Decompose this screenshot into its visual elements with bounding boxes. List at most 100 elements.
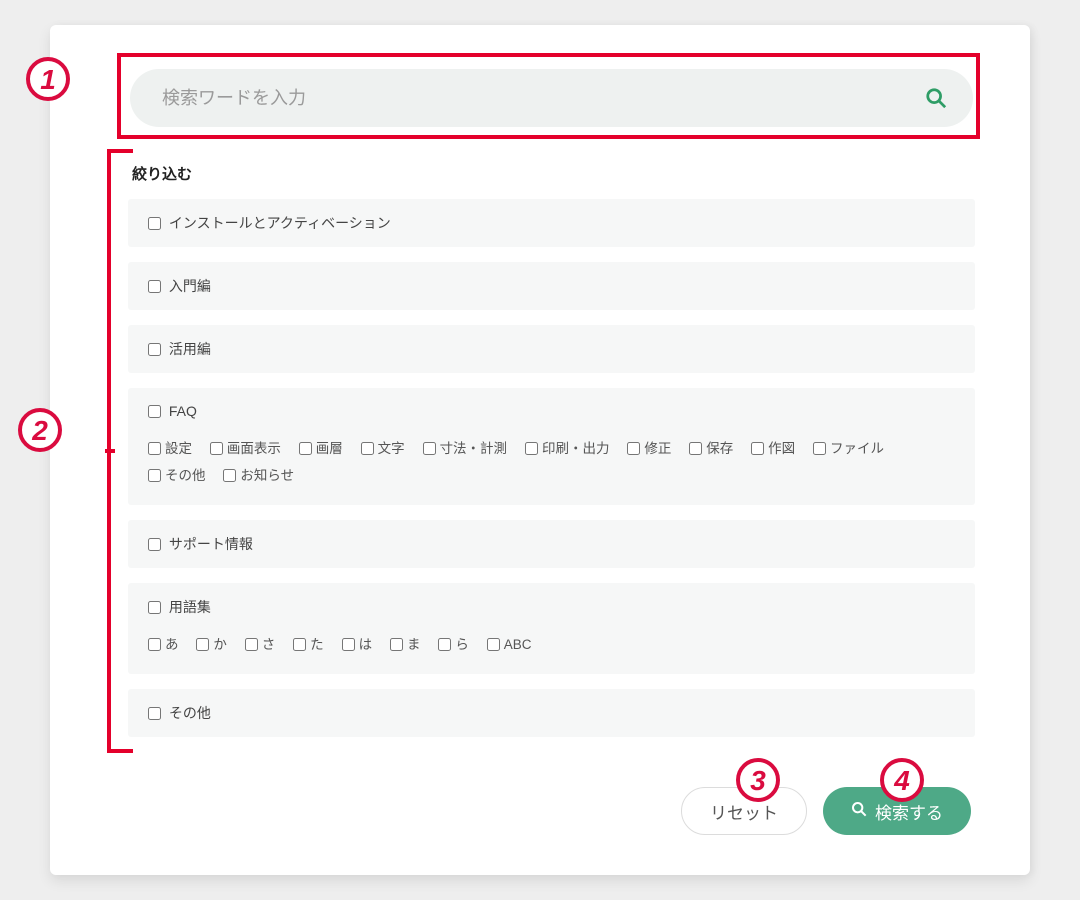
filter-label: ABC xyxy=(504,637,532,652)
filter-checkbox[interactable] xyxy=(148,280,161,293)
filter-group: 用語集 あ か さ た は ま ら ABC xyxy=(128,583,975,674)
filter-option[interactable]: た xyxy=(289,633,324,654)
filter-option[interactable]: インストールとアクティベーション xyxy=(144,213,391,233)
filter-checkbox[interactable] xyxy=(751,442,764,455)
filter-label: は xyxy=(359,637,373,652)
reset-label: リセット xyxy=(710,799,778,824)
filter-checkbox[interactable] xyxy=(148,343,161,356)
reset-button[interactable]: リセット xyxy=(681,787,807,835)
filter-checkbox[interactable] xyxy=(525,442,538,455)
filter-checkbox[interactable] xyxy=(299,442,312,455)
filter-option[interactable]: 画面表示 xyxy=(206,437,281,458)
filter-sub-row: あ か さ た は ま ら ABC xyxy=(144,633,957,660)
filter-label: 印刷・出力 xyxy=(542,441,610,456)
filter-option[interactable]: ら xyxy=(434,633,469,654)
filter-group: 活用編 xyxy=(128,325,975,373)
filter-option[interactable]: あ xyxy=(144,633,179,654)
filter-checkbox[interactable] xyxy=(148,217,161,230)
filter-checkbox[interactable] xyxy=(423,442,436,455)
filter-label: 活用編 xyxy=(169,341,211,357)
filter-checkbox[interactable] xyxy=(813,442,826,455)
filter-option[interactable]: 設定 xyxy=(144,437,192,458)
filter-label: 入門編 xyxy=(169,278,211,294)
filter-label: ら xyxy=(455,637,469,652)
filter-checkbox[interactable] xyxy=(148,601,161,614)
filter-option[interactable]: ABC xyxy=(483,635,532,654)
filter-checkbox[interactable] xyxy=(689,442,702,455)
filter-option[interactable]: その他 xyxy=(144,464,206,485)
search-bar xyxy=(130,69,973,127)
filter-label: 修正 xyxy=(644,441,671,456)
filter-label: お知らせ xyxy=(240,468,294,483)
filter-checkbox[interactable] xyxy=(196,638,209,651)
filter-checkbox[interactable] xyxy=(210,442,223,455)
search-button-label: 検索する xyxy=(875,799,943,824)
filter-checkbox[interactable] xyxy=(148,469,161,482)
button-row: リセット 検索する xyxy=(120,787,975,835)
filter-checkbox[interactable] xyxy=(148,707,161,720)
filter-checkbox[interactable] xyxy=(390,638,403,651)
filter-option[interactable]: 寸法・計測 xyxy=(419,437,508,458)
filter-option[interactable]: 印刷・出力 xyxy=(521,437,610,458)
filter-label: 文字 xyxy=(378,441,405,456)
filter-label: 画層 xyxy=(316,441,343,456)
filter-label: た xyxy=(310,637,324,652)
filter-checkbox[interactable] xyxy=(293,638,306,651)
search-icon xyxy=(851,801,867,822)
filter-label: 寸法・計測 xyxy=(440,441,508,456)
filter-checkbox[interactable] xyxy=(438,638,451,651)
filter-label: インストールとアクティベーション xyxy=(169,215,391,231)
filter-groups: インストールとアクティベーション 入門編 活用編 FAQ xyxy=(128,199,975,737)
filter-checkbox[interactable] xyxy=(148,638,161,651)
filter-option[interactable]: 活用編 xyxy=(144,339,211,359)
filter-checkbox[interactable] xyxy=(223,469,236,482)
filter-option[interactable]: 作図 xyxy=(747,437,795,458)
filter-checkbox[interactable] xyxy=(487,638,500,651)
filter-checkbox[interactable] xyxy=(148,442,161,455)
filter-option[interactable]: その他 xyxy=(144,703,211,723)
filter-option[interactable]: ま xyxy=(386,633,421,654)
filter-group: サポート情報 xyxy=(128,520,975,568)
filter-option[interactable]: 用語集 xyxy=(144,597,211,617)
filter-label: その他 xyxy=(165,468,206,483)
filter-option[interactable]: 保存 xyxy=(685,437,733,458)
filter-label: 用語集 xyxy=(169,599,211,615)
filter-option[interactable]: お知らせ xyxy=(219,464,294,485)
filter-label: FAQ xyxy=(169,403,197,419)
filter-label: 画面表示 xyxy=(227,441,281,456)
filter-checkbox[interactable] xyxy=(148,538,161,551)
filter-checkbox[interactable] xyxy=(148,405,161,418)
filter-option[interactable]: 修正 xyxy=(623,437,671,458)
filter-option[interactable]: サポート情報 xyxy=(144,534,253,554)
filter-option[interactable]: さ xyxy=(241,633,276,654)
search-button[interactable]: 検索する xyxy=(823,787,971,835)
filter-checkbox[interactable] xyxy=(361,442,374,455)
filter-option[interactable]: は xyxy=(338,633,373,654)
filter-option[interactable]: ファイル xyxy=(809,437,884,458)
filter-option[interactable]: FAQ xyxy=(144,402,197,421)
filter-option[interactable]: 文字 xyxy=(357,437,405,458)
filter-group: その他 xyxy=(128,689,975,737)
filter-option[interactable]: 入門編 xyxy=(144,276,211,296)
filter-sub-row: 設定 画面表示 画層 文字 寸法・計測 印刷・出力 修正 保存 作図 ファイル … xyxy=(144,437,957,491)
filter-label: 保存 xyxy=(706,441,733,456)
filter-option[interactable]: か xyxy=(192,633,227,654)
filter-label: あ xyxy=(165,637,179,652)
search-icon[interactable] xyxy=(925,87,947,109)
filter-checkbox[interactable] xyxy=(627,442,640,455)
filter-label: か xyxy=(213,637,227,652)
svg-text:2: 2 xyxy=(31,415,48,446)
filter-checkbox[interactable] xyxy=(245,638,258,651)
filter-label: ファイル xyxy=(830,441,884,456)
filter-label: 作図 xyxy=(768,441,795,456)
filter-label: 設定 xyxy=(165,441,192,456)
filter-option[interactable]: 画層 xyxy=(295,437,343,458)
filter-checkbox[interactable] xyxy=(342,638,355,651)
search-filter-card: 絞り込む インストールとアクティベーション 入門編 活用編 xyxy=(50,25,1030,875)
filter-group: インストールとアクティベーション xyxy=(128,199,975,247)
filter-label: さ xyxy=(262,637,276,652)
search-input[interactable] xyxy=(160,87,925,110)
filter-label: サポート情報 xyxy=(169,536,253,552)
filter-heading: 絞り込む xyxy=(132,163,975,184)
filter-group: FAQ 設定 画面表示 画層 文字 寸法・計測 印刷・出力 修正 保存 作図 フ… xyxy=(128,388,975,505)
